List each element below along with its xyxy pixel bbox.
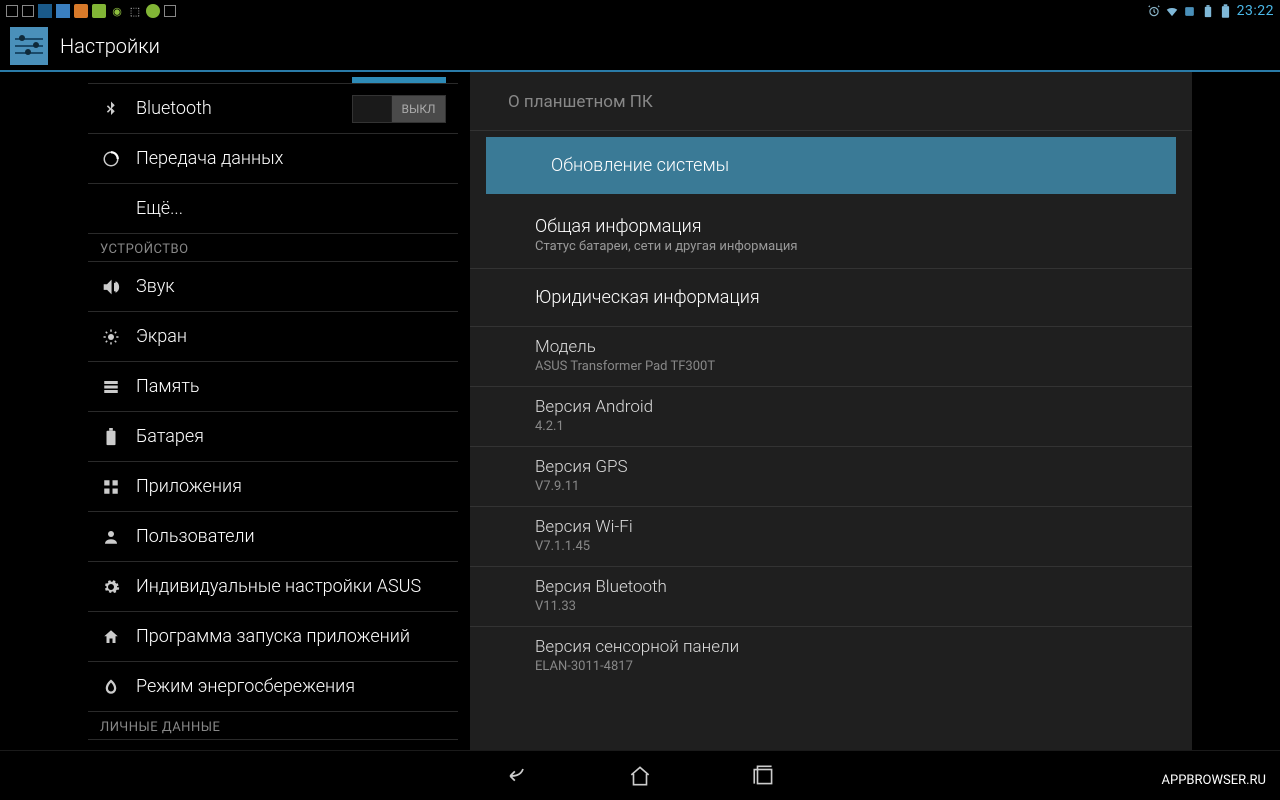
info-value: ASUS Transformer Pad TF300T bbox=[535, 359, 1127, 374]
storage-icon bbox=[1183, 4, 1197, 18]
recent-apps-button[interactable] bbox=[747, 759, 781, 793]
sidebar-item-more[interactable]: Ещё... bbox=[88, 184, 458, 234]
info-title: Версия Android bbox=[535, 397, 1127, 417]
status-bar: ◉ ⬚ 23:22 bbox=[0, 0, 1280, 22]
sidebar-item-label: Приложения bbox=[136, 476, 242, 497]
info-title: Версия Wi-Fi bbox=[535, 517, 1127, 537]
sidebar-item-label: Пользователи bbox=[136, 526, 255, 547]
sidebar-item-label: Индивидуальные настройки ASUS bbox=[136, 576, 421, 597]
info-value: ELAN-3011-4817 bbox=[535, 659, 1127, 674]
info-title: Модель bbox=[535, 337, 1127, 357]
info-value: V7.9.11 bbox=[535, 479, 1127, 494]
info-value: 4.2.1 bbox=[535, 419, 1127, 434]
notification-icon bbox=[164, 5, 176, 17]
notification-icon bbox=[74, 4, 88, 18]
sidebar: Bluetooth ВЫКЛ Передача данных Ещё... УС… bbox=[88, 72, 458, 750]
main-panel: О планшетном ПК Обновление системы Общая… bbox=[470, 72, 1192, 750]
sidebar-item-power[interactable]: Режим энергосбережения bbox=[88, 662, 458, 712]
sidebar-item-bluetooth[interactable]: Bluetooth ВЫКЛ bbox=[88, 84, 458, 134]
info-value: V7.1.1.45 bbox=[535, 539, 1127, 554]
sidebar-section-personal: ЛИЧНЫЕ ДАННЫЕ bbox=[88, 712, 458, 740]
sidebar-item-apps[interactable]: Приложения bbox=[88, 462, 458, 512]
notification-icon bbox=[38, 4, 52, 18]
apps-icon bbox=[100, 476, 122, 498]
sidebar-item-battery[interactable]: Батарея bbox=[88, 412, 458, 462]
sound-icon bbox=[100, 276, 122, 298]
sidebar-item-label: Память bbox=[136, 376, 200, 397]
sidebar-item-sound[interactable]: Звук bbox=[88, 262, 458, 312]
info-android-version[interactable]: Версия Android 4.2.1 bbox=[470, 387, 1192, 447]
sidebar-item-label: Звук bbox=[136, 276, 175, 297]
status-right-tray: 23:22 bbox=[1147, 3, 1274, 19]
sidebar-item-label: Bluetooth bbox=[136, 98, 212, 119]
home-icon bbox=[100, 626, 122, 648]
item-system-update[interactable]: Обновление системы bbox=[486, 137, 1176, 194]
item-title: Юридическая информация bbox=[535, 287, 1127, 308]
status-left-tray: ◉ ⬚ bbox=[6, 4, 176, 18]
item-title: Общая информация bbox=[535, 216, 1127, 237]
notification-icon bbox=[6, 5, 18, 17]
wifi-icon bbox=[1165, 4, 1179, 18]
navigation-bar bbox=[0, 750, 1280, 800]
android-icon: ◉ bbox=[110, 4, 124, 18]
sidebar-item-label: Ещё... bbox=[136, 198, 183, 219]
sidebar-section-device: УСТРОЙСТВО bbox=[88, 234, 458, 262]
page-title: Настройки bbox=[60, 34, 160, 58]
sidebar-item-storage[interactable]: Память bbox=[88, 362, 458, 412]
notification-icon bbox=[92, 4, 106, 18]
settings-icon bbox=[10, 27, 48, 65]
home-button[interactable] bbox=[623, 759, 657, 793]
watermark: APPBROWSER.RU bbox=[1162, 773, 1266, 788]
info-touch-version[interactable]: Версия сенсорной панели ELAN-3011-4817 bbox=[470, 627, 1192, 686]
bluetooth-icon bbox=[100, 98, 122, 120]
sidebar-item-label: Батарея bbox=[136, 426, 204, 447]
battery-icon bbox=[1219, 4, 1233, 18]
notification-icon bbox=[146, 4, 160, 18]
sidebar-item-partial[interactable] bbox=[88, 72, 458, 84]
display-icon bbox=[100, 326, 122, 348]
sidebar-item-label: Режим энергосбережения bbox=[136, 676, 355, 697]
back-button[interactable] bbox=[499, 759, 533, 793]
alarm-icon bbox=[1147, 4, 1161, 18]
sidebar-item-launcher[interactable]: Программа запуска приложений bbox=[88, 612, 458, 662]
status-clock: 23:22 bbox=[1237, 3, 1274, 19]
info-title: Версия сенсорной панели bbox=[535, 637, 1127, 657]
main-header: О планшетном ПК bbox=[470, 80, 1192, 131]
bluetooth-toggle[interactable]: ВЫКЛ bbox=[352, 95, 446, 123]
sidebar-item-display[interactable]: Экран bbox=[88, 312, 458, 362]
data-usage-icon bbox=[100, 148, 122, 170]
users-icon bbox=[100, 526, 122, 548]
leaf-icon bbox=[100, 676, 122, 698]
item-title: Обновление системы bbox=[551, 155, 1111, 176]
notification-icon bbox=[22, 5, 34, 17]
battery-small-icon bbox=[1201, 4, 1215, 18]
battery-icon bbox=[100, 426, 122, 448]
info-title: Версия GPS bbox=[535, 457, 1127, 477]
app-header: Настройки bbox=[0, 22, 1280, 72]
sidebar-item-asus[interactable]: Индивидуальные настройки ASUS bbox=[88, 562, 458, 612]
item-subtitle: Статус батареи, сети и другая информация bbox=[535, 239, 1127, 254]
sidebar-item-label: Экран bbox=[136, 326, 187, 347]
notification-icon bbox=[56, 4, 70, 18]
sidebar-item-label: Программа запуска приложений bbox=[136, 626, 410, 647]
gear-icon bbox=[100, 576, 122, 598]
info-gps-version[interactable]: Версия GPS V7.9.11 bbox=[470, 447, 1192, 507]
info-wifi-version[interactable]: Версия Wi-Fi V7.1.1.45 bbox=[470, 507, 1192, 567]
info-title: Версия Bluetooth bbox=[535, 577, 1127, 597]
toggle-knob: ВЫКЛ bbox=[391, 96, 445, 122]
info-model[interactable]: Модель ASUS Transformer Pad TF300T bbox=[470, 327, 1192, 387]
toggle-on-hint bbox=[352, 77, 446, 83]
sidebar-item-data[interactable]: Передача данных bbox=[88, 134, 458, 184]
item-legal[interactable]: Юридическая информация bbox=[470, 269, 1192, 327]
sidebar-item-users[interactable]: Пользователи bbox=[88, 512, 458, 562]
storage-icon bbox=[100, 376, 122, 398]
info-value: V11.33 bbox=[535, 599, 1127, 614]
notification-icon: ⬚ bbox=[128, 4, 142, 18]
content-area: Bluetooth ВЫКЛ Передача данных Ещё... УС… bbox=[0, 72, 1280, 750]
sidebar-item-label: Передача данных bbox=[136, 148, 283, 169]
item-general-info[interactable]: Общая информация Статус батареи, сети и … bbox=[470, 202, 1192, 269]
blank-icon bbox=[100, 198, 122, 220]
info-bluetooth-version[interactable]: Версия Bluetooth V11.33 bbox=[470, 567, 1192, 627]
